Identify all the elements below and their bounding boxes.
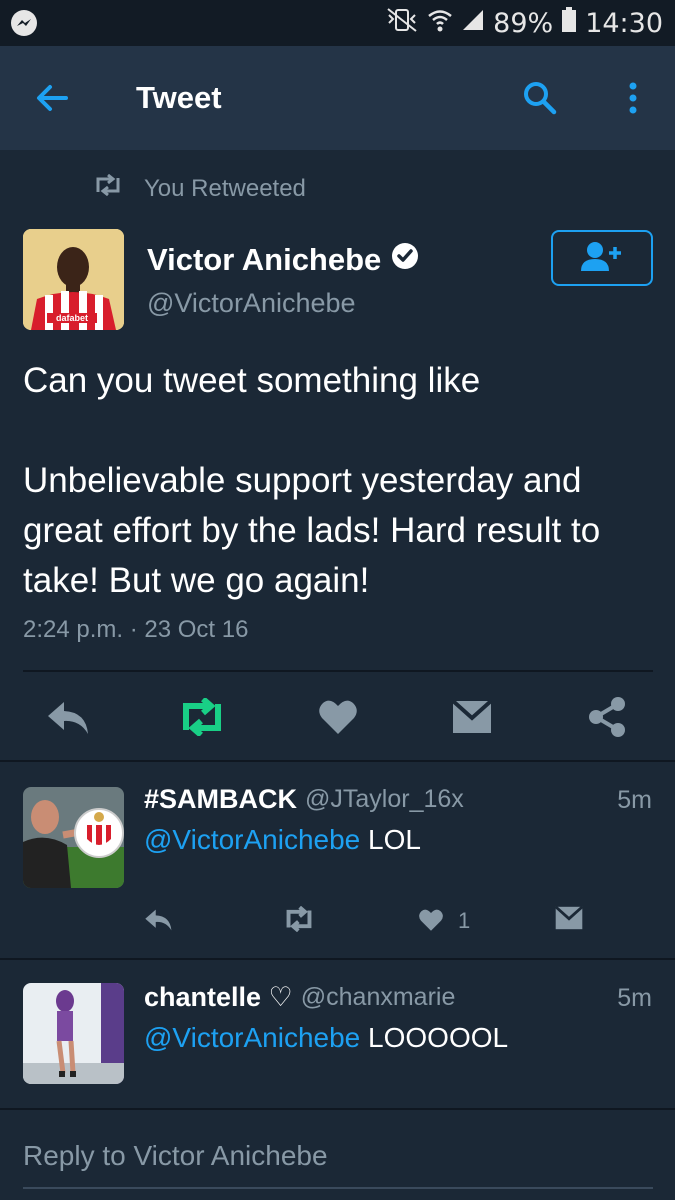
reply-input[interactable]: Reply to Victor Anichebe	[23, 1140, 328, 1172]
like-icon[interactable]	[318, 698, 358, 741]
reply-author-name[interactable]: chantelle ♡	[144, 982, 293, 1013]
reply-input-underline	[23, 1187, 653, 1189]
direct-message-icon[interactable]	[554, 905, 584, 935]
like-icon[interactable]	[418, 908, 444, 937]
author-handle[interactable]: @VictorAnichebe	[147, 288, 356, 319]
retweet-icon[interactable]	[176, 696, 228, 741]
follow-button[interactable]	[551, 230, 653, 286]
retweet-notice-label: You Retweeted	[144, 174, 306, 202]
reply-icon[interactable]	[46, 700, 92, 741]
retweet-small-icon	[92, 173, 124, 203]
tweet-timestamp: 2:24 p.m. · 23 Oct 16	[23, 616, 249, 643]
search-icon[interactable]	[520, 78, 560, 123]
reply-time: 5m	[617, 786, 652, 814]
retweet-notice: You Retweeted	[92, 173, 306, 203]
reply-body: LOOOOOL	[360, 1022, 509, 1053]
reply-author-row[interactable]: chantelle ♡ @chanxmarie	[144, 982, 455, 1013]
reply-text: @VictorAnichebe LOOOOOL	[144, 1022, 508, 1054]
verified-badge-icon	[391, 242, 419, 278]
divider	[23, 670, 653, 672]
direct-message-icon[interactable]	[451, 699, 493, 739]
reply-author-row[interactable]: #SAMBACK @JTaylor_16x	[144, 784, 464, 815]
app-bar: Tweet	[0, 46, 675, 150]
mute-vibrate-icon	[385, 7, 419, 40]
mention-link[interactable]: @VictorAnichebe	[144, 824, 360, 855]
wifi-icon	[427, 7, 453, 40]
author-avatar[interactable]: dafabet	[23, 229, 124, 330]
back-arrow-icon[interactable]	[32, 78, 72, 123]
messenger-icon	[10, 9, 38, 42]
list-item[interactable]: chantelle ♡ @chanxmarie 5m @VictorAniche…	[0, 960, 675, 1106]
tweet-actions	[0, 690, 675, 746]
divider	[0, 1108, 675, 1110]
author-name-row[interactable]: Victor Anichebe	[147, 242, 419, 278]
reply-time: 5m	[617, 984, 652, 1012]
signal-icon	[461, 8, 485, 39]
reply-author-handle[interactable]: @JTaylor_16x	[305, 785, 464, 814]
status-bar: 89% 14:30	[0, 0, 675, 46]
like-count: 1	[458, 908, 471, 933]
page-title: Tweet	[136, 80, 222, 115]
reply-text: @VictorAnichebe LOL	[144, 824, 421, 856]
retweet-icon[interactable]	[282, 905, 316, 937]
add-user-icon	[579, 241, 625, 276]
share-icon[interactable]	[587, 696, 627, 743]
more-options-icon[interactable]	[620, 78, 646, 123]
reply-avatar[interactable]	[23, 787, 124, 888]
author-name[interactable]: Victor Anichebe	[147, 242, 381, 278]
list-item[interactable]: #SAMBACK @JTaylor_16x 5m @VictorAnichebe…	[0, 762, 675, 956]
avatar-shirt-text: dafabet	[56, 313, 88, 323]
reply-author-handle[interactable]: @chanxmarie	[301, 983, 456, 1012]
battery-icon	[561, 7, 577, 40]
reply-actions: 1	[0, 905, 675, 946]
clock: 14:30	[585, 8, 663, 39]
mention-link[interactable]: @VictorAnichebe	[144, 1022, 360, 1053]
reply-icon[interactable]	[144, 908, 174, 937]
reply-author-name[interactable]: #SAMBACK	[144, 784, 297, 815]
tweet-text: Can you tweet something like Unbelievabl…	[23, 361, 601, 600]
reply-avatar[interactable]	[23, 983, 124, 1084]
battery-percent: 89%	[493, 8, 554, 39]
reply-body: LOL	[360, 824, 421, 855]
